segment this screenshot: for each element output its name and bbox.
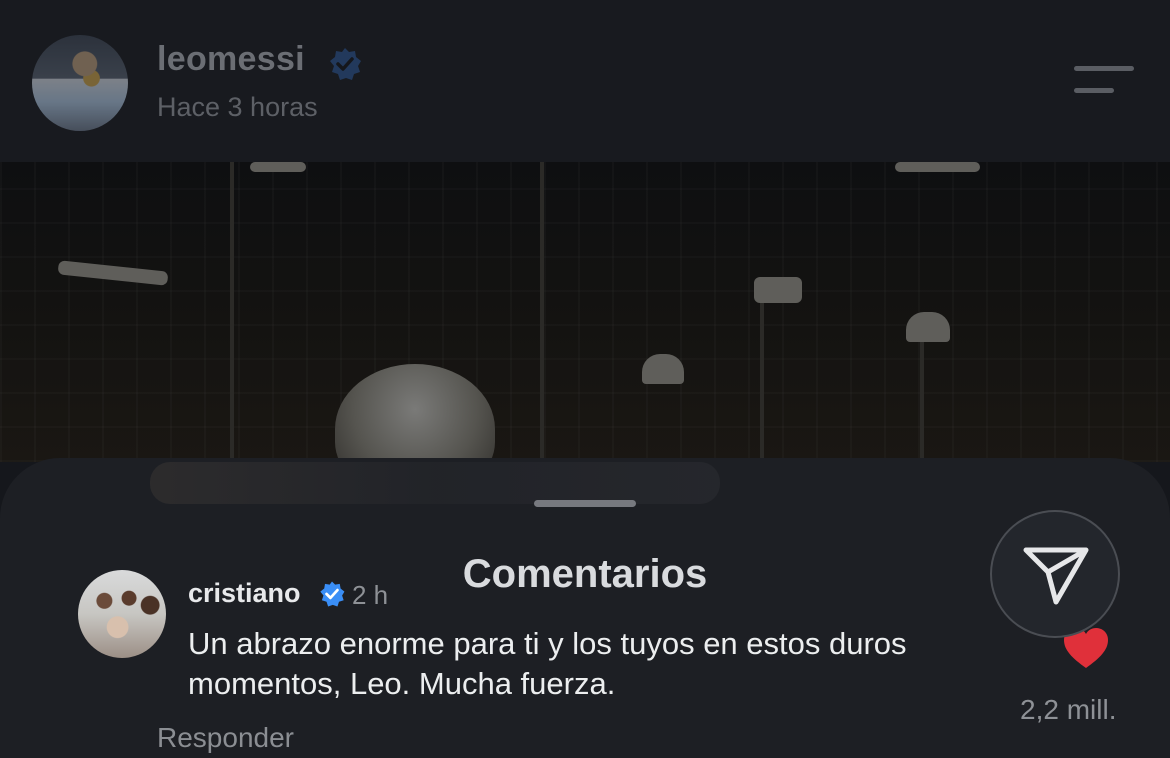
comment-timestamp: 2 h	[352, 580, 389, 610]
verified-badge-icon	[320, 581, 345, 607]
post-author-username[interactable]: leomessi	[157, 40, 305, 79]
verified-badge-icon	[330, 48, 361, 80]
comment-author-username[interactable]: cristiano	[188, 578, 301, 609]
post-photo	[0, 162, 1170, 462]
post-header: leomessi Hace 3 horas	[0, 0, 1170, 162]
comment-text: Un abrazo enorme para ti y los tuyos en …	[188, 626, 907, 701]
send-icon	[1023, 547, 1089, 605]
post-author-avatar[interactable]	[32, 35, 128, 131]
comment-author-avatar[interactable]	[78, 570, 166, 658]
post-timestamp: Hace 3 horas	[157, 92, 318, 122]
reply-button[interactable]: Responder	[157, 722, 294, 754]
menu-icon[interactable]	[1072, 64, 1136, 100]
send-button[interactable]	[990, 510, 1120, 638]
sheet-drag-handle[interactable]	[534, 500, 636, 507]
blurred-header-strip	[150, 462, 720, 504]
like-count: 2,2 mill.	[1020, 694, 1117, 725]
